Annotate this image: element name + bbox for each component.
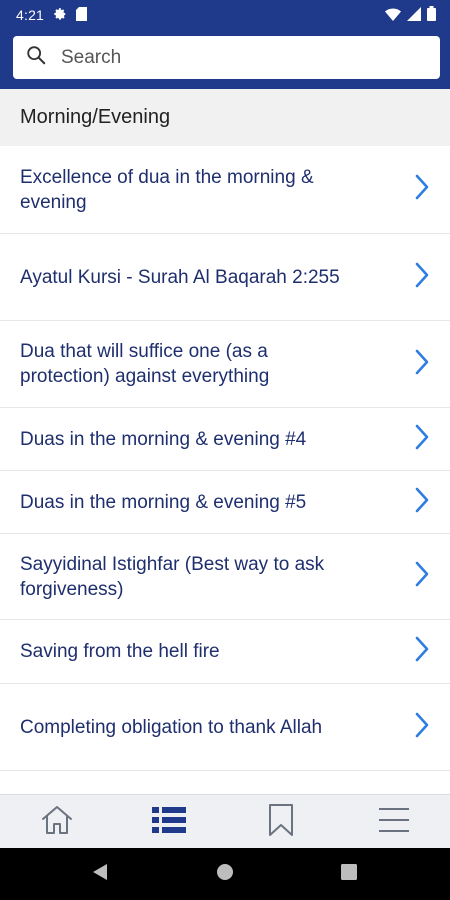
chevron-right-icon bbox=[414, 487, 430, 518]
gear-icon bbox=[53, 7, 67, 24]
bookmark-icon bbox=[268, 803, 294, 842]
nav-home-button[interactable] bbox=[17, 795, 97, 849]
list-item[interactable]: Saving from the hell fire bbox=[0, 620, 450, 684]
status-time: 4:21 bbox=[16, 7, 45, 23]
back-triangle-icon bbox=[92, 863, 108, 886]
signal-icon bbox=[407, 6, 421, 24]
recents-square-icon bbox=[341, 863, 357, 885]
system-nav-bar bbox=[0, 848, 450, 900]
list-item-label: Completing obligation to thank Allah bbox=[20, 716, 323, 738]
list-item-label: Saving from the hell fire bbox=[20, 641, 220, 662]
status-right bbox=[385, 6, 436, 24]
home-circle-icon bbox=[216, 863, 234, 886]
chevron-right-icon bbox=[414, 636, 430, 667]
list-item-label: Excellence of dua in the morning & eveni… bbox=[20, 166, 314, 213]
system-back-button[interactable] bbox=[70, 848, 130, 900]
list-item[interactable]: Sayyidinal Istighfar (Best way to ask fo… bbox=[0, 534, 450, 620]
list-item[interactable]: Completing obligation to thank Allah bbox=[0, 684, 450, 771]
chevron-right-icon bbox=[414, 262, 430, 293]
status-bar: 4:21 bbox=[0, 0, 450, 30]
nav-list-button[interactable] bbox=[129, 795, 209, 849]
system-home-button[interactable] bbox=[195, 848, 255, 900]
search-input[interactable] bbox=[61, 46, 401, 69]
chevron-right-icon bbox=[414, 712, 430, 743]
list-item[interactable]: Dua that will suffice one (as a protecti… bbox=[0, 321, 450, 408]
list-item-label: Duas in the morning & evening #5 bbox=[20, 491, 307, 513]
list-item[interactable]: Ayatul Kursi - Surah Al Baqarah 2:255 bbox=[0, 234, 450, 321]
system-recents-button[interactable] bbox=[319, 848, 379, 900]
list-item-label: Duas in the morning & evening #4 bbox=[20, 428, 307, 450]
list-item-label: Sayyidinal Istighfar (Best way to ask fo… bbox=[20, 553, 325, 600]
chevron-right-icon bbox=[414, 174, 430, 205]
list-item-label: Dua that will suffice one (as a protecti… bbox=[20, 341, 270, 387]
list-item[interactable]: Duas in the morning & evening #5 bbox=[0, 471, 450, 534]
search-bar-container bbox=[0, 30, 450, 89]
search-box[interactable] bbox=[13, 36, 440, 79]
list-icon bbox=[152, 806, 186, 839]
chevron-right-icon bbox=[414, 349, 430, 380]
list-item-label: Ayatul Kursi - Surah Al Baqarah 2:255 bbox=[20, 266, 340, 288]
section-header: Morning/Evening bbox=[0, 89, 450, 146]
wifi-icon bbox=[385, 7, 401, 24]
menu-icon bbox=[378, 807, 410, 838]
nav-bookmark-button[interactable] bbox=[241, 795, 321, 849]
chevron-right-icon bbox=[414, 561, 430, 592]
battery-icon bbox=[427, 6, 436, 24]
bottom-nav bbox=[0, 794, 450, 848]
nav-menu-button[interactable] bbox=[354, 795, 434, 849]
list-item[interactable]: Excellence of dua in the morning & eveni… bbox=[0, 146, 450, 234]
section-title: Morning/Evening bbox=[20, 106, 171, 128]
dua-list: Excellence of dua in the morning & eveni… bbox=[0, 146, 450, 794]
search-icon bbox=[25, 44, 47, 71]
status-left: 4:21 bbox=[16, 6, 88, 24]
home-icon bbox=[40, 804, 74, 841]
chevron-right-icon bbox=[414, 424, 430, 455]
sim-card-icon bbox=[76, 6, 88, 24]
list-item[interactable]: Duas in the morning & evening #4 bbox=[0, 408, 450, 471]
